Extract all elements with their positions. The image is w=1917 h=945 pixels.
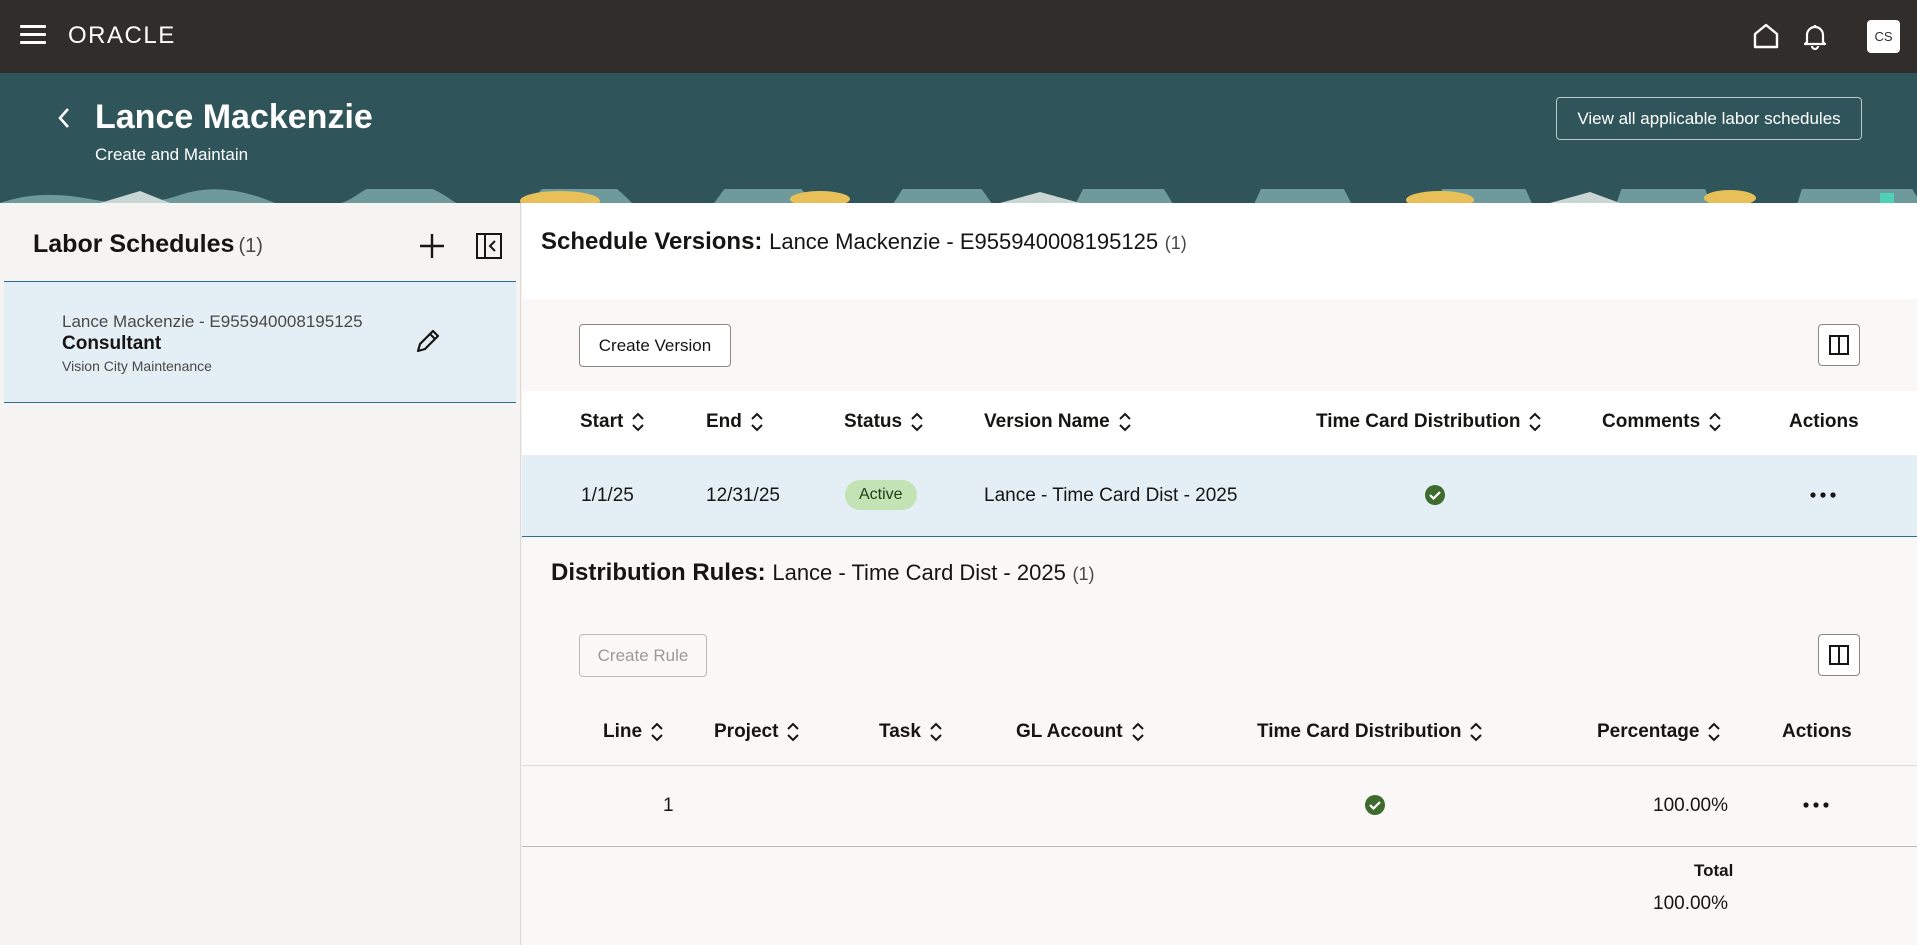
column-header-label: Time Card Distribution: [1316, 411, 1521, 432]
schedule-versions-count: (1): [1164, 233, 1187, 253]
sort-icon: [651, 722, 663, 742]
schedule-versions-title: Schedule Versions:: [541, 228, 763, 255]
column-header-label: Time Card Distribution: [1257, 721, 1462, 742]
labor-schedules-title: Labor Schedules: [33, 230, 235, 258]
column-header-label: Project: [714, 721, 779, 742]
labor-schedules-count: (1): [238, 235, 263, 257]
column-header-label: Actions: [1789, 411, 1859, 432]
total-label: Total: [1694, 861, 1734, 880]
labor-schedule-name: Lance Mackenzie - E955940008195125: [62, 312, 363, 331]
column-header-task[interactable]: Task: [879, 721, 943, 743]
column-header-time-card-distribution[interactable]: Time Card Distribution: [1257, 721, 1483, 743]
column-header-percentage[interactable]: Percentage: [1597, 721, 1721, 743]
column-header-label: Percentage: [1597, 721, 1700, 742]
menu-icon[interactable]: [20, 25, 46, 47]
column-header-actions: Actions: [1782, 721, 1852, 743]
sort-icon: [751, 412, 763, 432]
cell-start: 1/1/25: [581, 485, 634, 506]
distribution-rules-count: (1): [1072, 564, 1095, 584]
check-circle-icon: [1425, 485, 1445, 505]
create-rule-button[interactable]: Create Rule: [579, 634, 707, 677]
distribution-rules-heading: Distribution Rules: Lance - Time Card Di…: [551, 559, 1094, 587]
row-actions-icon[interactable]: [1801, 800, 1831, 810]
column-header-label: Status: [844, 411, 903, 432]
schedule-versions-heading: Schedule Versions: Lance Mackenzie - E95…: [541, 228, 1187, 256]
column-header-label: Actions: [1782, 721, 1852, 742]
columns-toggle-button[interactable]: [1818, 324, 1860, 366]
column-header-gl-account[interactable]: GL Account: [1016, 721, 1145, 743]
column-header-status[interactable]: Status: [844, 411, 924, 433]
column-header-label: Line: [603, 721, 643, 742]
column-header-version-name[interactable]: Version Name: [984, 411, 1132, 433]
sort-icon: [1470, 722, 1483, 742]
column-header-time-card-distribution[interactable]: Time Card Distribution: [1316, 411, 1542, 433]
column-header-label: GL Account: [1016, 721, 1123, 742]
total-value: 100.00%: [1653, 893, 1729, 914]
oracle-logo: ORACLE: [68, 22, 176, 49]
column-header-comments[interactable]: Comments: [1602, 411, 1722, 433]
distribution-rules-value: Lance - Time Card Dist - 2025: [772, 560, 1066, 585]
bell-icon[interactable]: [1799, 20, 1831, 52]
edit-pencil-icon[interactable]: [413, 326, 443, 356]
sort-icon: [930, 722, 942, 742]
column-header-project[interactable]: Project: [714, 721, 800, 743]
labor-schedules-heading: Labor Schedules (1): [33, 230, 263, 259]
distribution-rules-title: Distribution Rules:: [551, 559, 766, 586]
cell-percentage: 100.00%: [1653, 795, 1729, 816]
decorative-banner: [0, 189, 1917, 203]
create-version-button[interactable]: Create Version: [579, 324, 731, 367]
column-header-label: End: [706, 411, 742, 432]
sort-icon: [1131, 722, 1144, 742]
column-header-actions: Actions: [1789, 411, 1859, 433]
columns-icon: [1829, 645, 1849, 665]
column-header-line[interactable]: Line: [603, 721, 664, 743]
cell-version-name: Lance - Time Card Dist - 2025: [984, 485, 1238, 506]
home-icon[interactable]: [1750, 20, 1782, 52]
column-header-label: Comments: [1602, 411, 1701, 432]
view-all-labor-schedules-button[interactable]: View all applicable labor schedules: [1556, 97, 1862, 140]
cell-line: 1: [663, 795, 674, 816]
check-circle-icon: [1365, 795, 1385, 815]
add-icon[interactable]: [417, 231, 447, 261]
page-title: Lance Mackenzie: [95, 98, 373, 136]
sort-icon: [1529, 412, 1542, 432]
collapse-panel-icon[interactable]: [475, 232, 503, 260]
labor-schedule-role: Consultant: [62, 333, 162, 354]
cell-end: 12/31/25: [706, 485, 780, 506]
column-header-start[interactable]: Start: [580, 411, 645, 433]
column-header-label: Start: [580, 411, 624, 432]
schedule-versions-value: Lance Mackenzie - E955940008195125: [769, 229, 1159, 254]
sort-icon: [911, 412, 923, 432]
columns-toggle-button[interactable]: [1818, 634, 1860, 676]
sort-icon: [1708, 722, 1721, 742]
labor-schedule-org: Vision City Maintenance: [62, 358, 212, 374]
sort-icon: [787, 722, 800, 742]
top-bar: ORACLE CS: [0, 0, 1917, 73]
page-subtitle: Create and Maintain: [95, 145, 249, 164]
row-actions-icon[interactable]: [1808, 490, 1838, 500]
sort-icon: [632, 412, 645, 432]
sort-icon: [1118, 412, 1131, 432]
column-header-end[interactable]: End: [706, 411, 764, 433]
column-header-label: Task: [879, 721, 921, 742]
back-chevron-icon[interactable]: [52, 103, 76, 133]
status-badge: Active: [845, 480, 917, 510]
column-header-label: Version Name: [984, 411, 1110, 432]
columns-icon: [1829, 335, 1849, 355]
user-avatar[interactable]: CS: [1867, 20, 1900, 53]
sort-icon: [1709, 412, 1721, 432]
